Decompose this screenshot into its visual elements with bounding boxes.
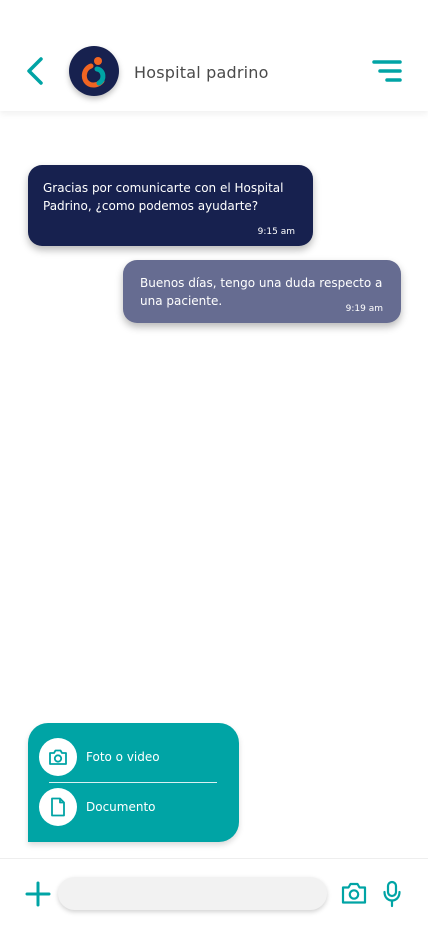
attach-menu: Foto o video Documento [28, 723, 239, 842]
attach-icon-circle [39, 738, 77, 776]
message-time: 9:15 am [257, 227, 295, 237]
chat-header: Hospital padrino [0, 0, 428, 111]
composer-bar [0, 858, 428, 926]
outgoing-message[interactable]: Buenos días, tengo una duda respecto a u… [123, 260, 401, 323]
plus-button[interactable] [25, 881, 51, 907]
hospital-logo-icon [81, 57, 106, 88]
message-text: Buenos días, tengo una duda respecto a u… [140, 276, 383, 308]
message-time: 9:19 am [345, 304, 383, 314]
camera-button[interactable] [341, 881, 367, 905]
contact-name: Hospital padrino [134, 63, 269, 82]
menu-button[interactable] [371, 58, 403, 84]
attach-divider [49, 782, 217, 783]
document-icon [51, 797, 65, 817]
camera-icon [49, 749, 67, 765]
message-text: Gracias por comunicarte con el Hospital … [43, 181, 284, 213]
attach-option-label: Foto o video [86, 750, 160, 764]
back-button[interactable] [22, 55, 50, 87]
incoming-message[interactable]: Gracias por comunicarte con el Hospital … [28, 165, 313, 246]
attach-document-option[interactable]: Documento [39, 788, 229, 826]
attach-option-label: Documento [86, 800, 156, 814]
microphone-button[interactable] [382, 880, 402, 908]
attach-photo-video-option[interactable]: Foto o video [39, 738, 229, 776]
avatar[interactable] [69, 46, 119, 96]
attach-icon-circle [39, 788, 77, 826]
message-input[interactable] [58, 877, 327, 910]
